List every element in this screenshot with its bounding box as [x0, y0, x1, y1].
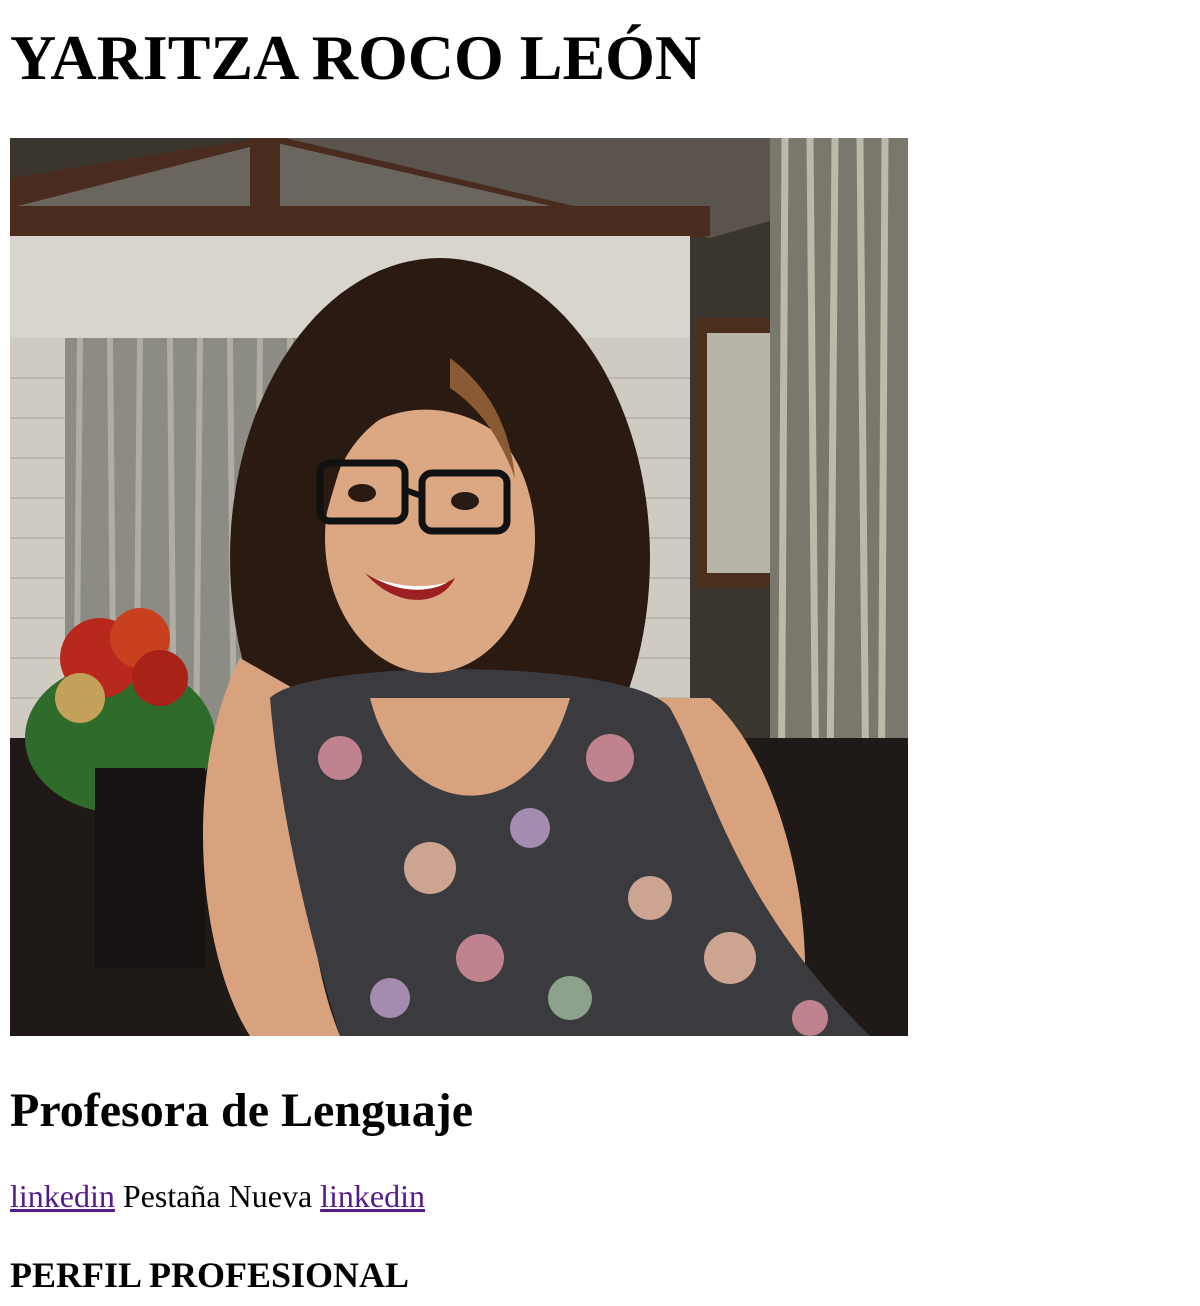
linkedin-link-primary[interactable]: linkedin: [10, 1178, 115, 1214]
links-line: linkedin Pestaña Nueva linkedin: [10, 1176, 425, 1216]
page-title: YARITZA ROCO LEÓN: [10, 22, 702, 93]
role-heading: Profesora de Lenguaje: [10, 1084, 474, 1137]
professional-profile-heading: PERFIL PROFESIONAL: [10, 1255, 410, 1295]
profile-page: YARITZA ROCO LEÓN Profesora de Lenguaje …: [0, 0, 1200, 1306]
linkedin-link-secondary[interactable]: linkedin: [320, 1178, 425, 1214]
new-tab-text: Pestaña Nueva: [122, 1178, 313, 1214]
profile-photo-illustration: [10, 138, 908, 1036]
profile-photo: [10, 138, 908, 1036]
